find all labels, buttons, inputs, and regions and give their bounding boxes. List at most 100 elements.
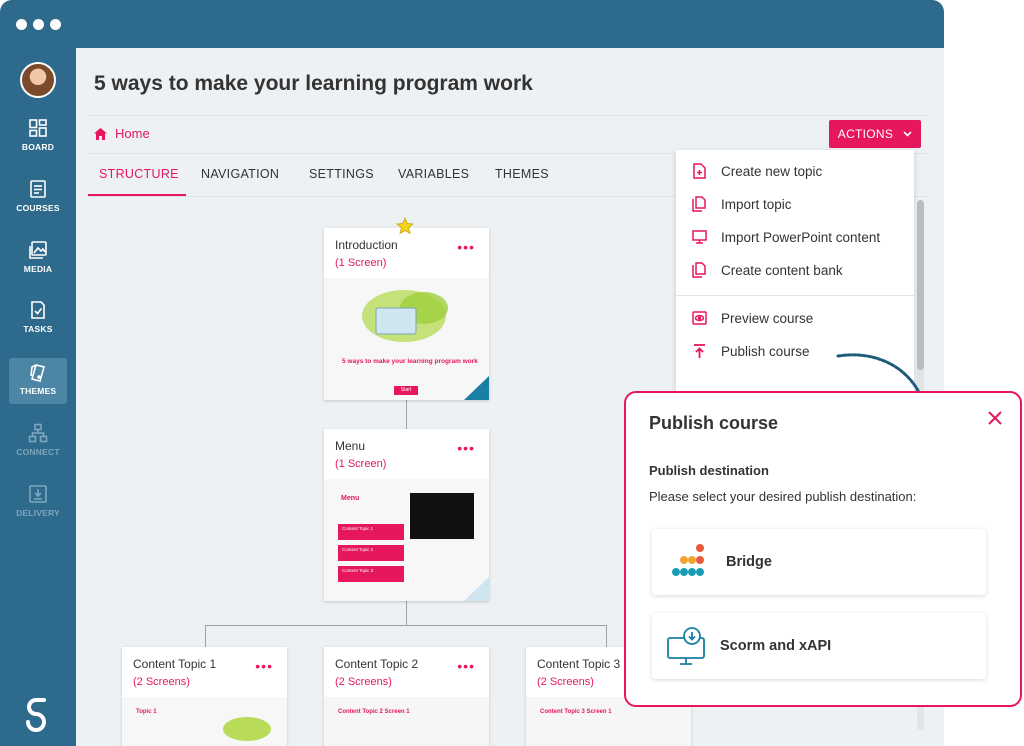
title-bar	[0, 0, 944, 48]
thumbnail-heading: Topic 1	[136, 709, 157, 715]
connect-icon	[28, 423, 48, 443]
avatar[interactable]	[20, 62, 56, 98]
card-subtitle: (2 Screens)	[537, 676, 594, 688]
tab-variables[interactable]: VARIABLES	[398, 167, 469, 181]
thumbnail-menu-item: Content Topic 2	[338, 545, 404, 561]
window-dot	[33, 19, 44, 30]
card-subtitle: (2 Screens)	[133, 676, 190, 688]
tab-settings[interactable]: SETTINGS	[309, 167, 374, 181]
card-subtitle: (1 Screen)	[335, 257, 387, 269]
more-options-icon[interactable]: •••	[255, 659, 273, 673]
add-file-icon	[693, 163, 706, 179]
tab-navigation[interactable]: NAVIGATION	[201, 167, 279, 181]
window-dot	[16, 19, 27, 30]
tab-structure[interactable]: STRUCTURE	[99, 167, 179, 181]
thumbnail-illustration-icon	[122, 697, 287, 746]
card-subtitle: (2 Screens)	[335, 676, 392, 688]
themes-icon	[30, 364, 45, 382]
breadcrumb-home: Home	[115, 126, 150, 141]
delivery-icon	[29, 485, 47, 503]
topic-card-content-topic-1[interactable]: Content Topic 1 (2 Screens) ••• Topic 1	[122, 647, 287, 746]
media-icon	[29, 241, 47, 259]
connector-line	[406, 400, 407, 429]
option-label: Bridge	[726, 554, 772, 570]
breadcrumb[interactable]: Home	[94, 126, 150, 141]
publish-option-bridge[interactable]: Bridge	[652, 529, 986, 595]
menu-item-import-topic[interactable]: Import topic	[692, 196, 792, 212]
topic-card-menu[interactable]: Menu (1 Screen) ••• Menu Content Topic 1…	[324, 429, 489, 601]
card-title: Content Topic 3	[537, 657, 621, 671]
menu-item-create-new-topic[interactable]: Create new topic	[692, 163, 822, 179]
dialog-description: Please select your desired publish desti…	[649, 489, 917, 504]
download-monitor-icon	[667, 627, 705, 665]
connector-line	[205, 625, 607, 626]
menu-item-create-content-bank[interactable]: Create content bank	[692, 262, 843, 278]
menu-item-label: Publish course	[721, 343, 810, 359]
card-thumbnail: Content Topic 2 Screen 1	[324, 697, 489, 746]
card-title: Content Topic 2	[335, 657, 419, 671]
star-icon	[396, 217, 414, 235]
copy-icon	[692, 196, 706, 212]
connector-line	[406, 600, 407, 626]
connector-line	[205, 625, 206, 647]
dialog-section-label: Publish destination	[649, 463, 769, 478]
close-icon[interactable]	[988, 411, 1002, 425]
sidebar-item-themes[interactable]: THEMES	[9, 358, 67, 404]
menu-item-import-powerpoint[interactable]: Import PowerPoint content	[692, 229, 880, 245]
monitor-icon	[692, 230, 707, 244]
thumbnail-menu-item: Content Topic 1	[338, 524, 404, 540]
thumbnail-heading: 5 ways to make your learning program wor…	[342, 358, 478, 365]
sidebar-item-label: DELIVERY	[16, 508, 60, 518]
card-title: Menu	[335, 439, 366, 453]
menu-item-label: Create content bank	[721, 262, 843, 278]
sidebar-item-label: COURSES	[16, 203, 60, 213]
chevron-down-icon	[903, 131, 912, 137]
sidebar-item-label: TASKS	[23, 324, 53, 334]
thumbnail-illustration-icon	[324, 278, 489, 400]
tab-themes[interactable]: THEMES	[495, 167, 549, 181]
menu-item-label: Import PowerPoint content	[721, 229, 881, 245]
sidebar-item-board[interactable]: BOARD	[9, 114, 67, 160]
tasks-icon	[31, 301, 45, 319]
menu-item-preview-course[interactable]: Preview course	[692, 310, 813, 326]
card-thumbnail: 5 ways to make your learning program wor…	[324, 278, 489, 400]
topic-card-introduction[interactable]: Introduction (1 Screen) ••• 5 ways to ma…	[324, 217, 489, 400]
menu-item-label: Preview course	[721, 310, 814, 326]
menu-separator	[676, 295, 914, 296]
more-options-icon[interactable]: •••	[457, 441, 475, 455]
sidebar-item-label: MEDIA	[23, 264, 53, 274]
scrollbar-thumb[interactable]	[917, 200, 924, 370]
eye-icon	[692, 311, 707, 325]
window-dot	[50, 19, 61, 30]
dialog-title: Publish course	[649, 413, 779, 433]
card-thumbnail: Menu Content Topic 1 Content Topic 2 Con…	[324, 479, 489, 601]
thumbnail-heading: Content Topic 2 Screen 1	[338, 709, 410, 715]
more-options-icon[interactable]: •••	[457, 240, 475, 254]
page-title: 5 ways to make your learning program wor…	[94, 72, 533, 95]
more-options-icon[interactable]: •••	[457, 659, 475, 673]
divider	[88, 115, 928, 116]
card-thumbnail: Topic 1	[122, 697, 287, 746]
sidebar-item-media[interactable]: MEDIA	[9, 236, 67, 282]
sidebar-item-label: BOARD	[21, 142, 55, 152]
option-label: Scorm and xAPI	[720, 638, 832, 654]
sidebar-item-tasks[interactable]: TASKS	[9, 296, 67, 342]
sidebar-item-delivery: DELIVERY	[9, 480, 67, 526]
card-subtitle: (1 Screen)	[335, 458, 387, 470]
connector-line	[606, 625, 607, 647]
topic-card-content-topic-2[interactable]: Content Topic 2 (2 Screens) ••• Content …	[324, 647, 489, 746]
courses-icon	[30, 180, 46, 198]
sidebar-item-courses[interactable]: COURSES	[9, 175, 67, 221]
actions-button[interactable]: ACTIONS	[829, 120, 921, 148]
thumbnail-heading: Menu	[341, 495, 360, 502]
card-title: Introduction	[335, 238, 398, 252]
thumbnail-heading: Content Topic 3 Screen 1	[540, 709, 612, 715]
sidebar-item-label: CONNECT	[16, 447, 60, 457]
menu-item-publish-course[interactable]: Publish course	[692, 343, 810, 359]
actions-label: ACTIONS	[837, 127, 894, 141]
upload-icon	[694, 344, 705, 358]
menu-item-label: Create new topic	[721, 163, 823, 179]
publish-option-scorm-xapi[interactable]: Scorm and xAPI	[652, 613, 986, 679]
brand-logo-icon	[26, 698, 46, 732]
bridge-logo-icon	[672, 544, 704, 576]
